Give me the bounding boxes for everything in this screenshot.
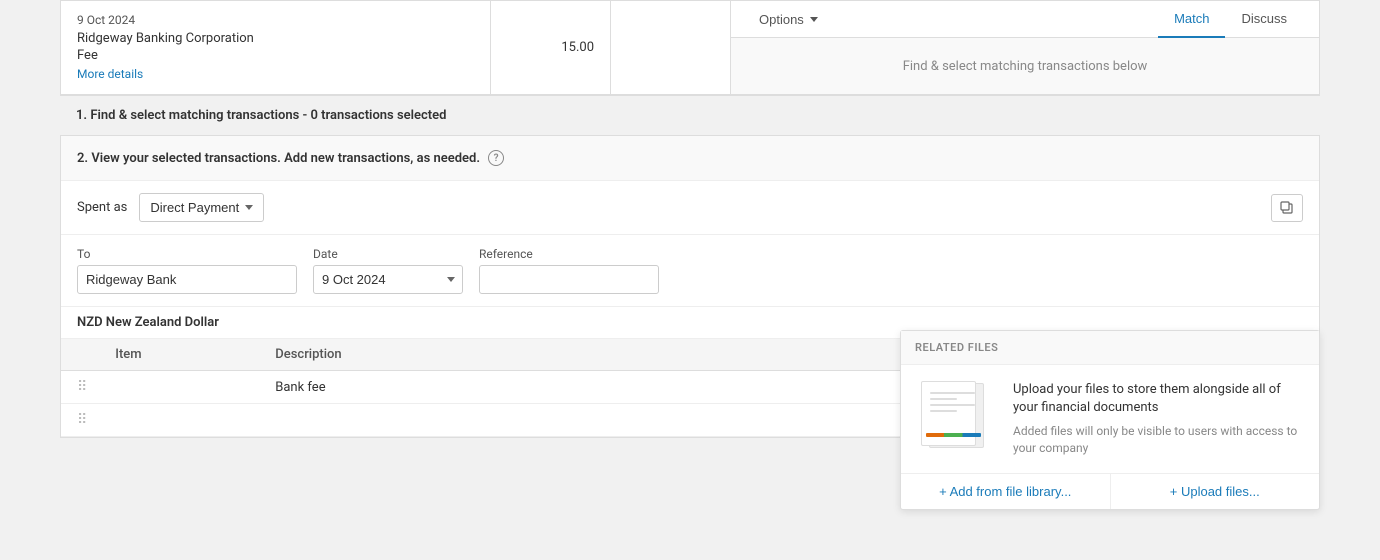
step1-section: 1. Find & select matching transactions -… (60, 95, 1320, 136)
step1-label: 1. Find & select matching transactions -… (76, 108, 446, 123)
options-caret-icon (810, 17, 818, 22)
file-line-2 (930, 398, 957, 400)
add-from-library-button[interactable]: + Add from file library... (901, 474, 1111, 509)
transaction-info: 9 Oct 2024 Ridgeway Banking Corporation … (61, 1, 491, 94)
transaction-name: Ridgeway Banking Corporation (77, 31, 474, 46)
transaction-empty-cell (611, 1, 731, 94)
related-files-text: Upload your files to store them alongsid… (1013, 381, 1303, 457)
tab-discuss[interactable]: Discuss (1225, 1, 1303, 38)
row2-description (263, 404, 989, 437)
table-header-item: Item (103, 339, 263, 371)
date-input-wrapper (313, 265, 463, 294)
spent-as-label: Spent as (77, 200, 127, 215)
drag-handle-icon-2[interactable]: ⠿ (73, 412, 91, 428)
tabs-area: Options Match Discuss Find & select matc… (731, 1, 1319, 94)
to-field-group: To (77, 247, 297, 294)
drag-handle-cell: ⠿ (61, 371, 103, 404)
step2-label: 2. View your selected transactions. Add … (77, 151, 480, 166)
drag-handle-icon[interactable]: ⠿ (73, 379, 91, 395)
date-label: Date (313, 247, 463, 261)
related-files-panel: RELATED FILES Upload your files to store… (900, 330, 1320, 510)
step1-header: 1. Find & select matching transactions -… (60, 96, 1320, 136)
upload-files-button[interactable]: + Upload files... (1111, 474, 1320, 509)
help-icon[interactable]: ? (488, 150, 504, 166)
options-button[interactable]: Options (747, 2, 830, 37)
related-files-title: Upload your files to store them alongsid… (1013, 381, 1303, 417)
file-line-3 (930, 404, 975, 406)
reference-label: Reference (479, 247, 659, 261)
copy-icon (1280, 201, 1294, 215)
date-field-group: Date (313, 247, 463, 294)
reference-input[interactable] (479, 265, 659, 294)
tab-match[interactable]: Match (1158, 1, 1225, 38)
options-label: Options (759, 12, 804, 27)
related-files-header: RELATED FILES (901, 331, 1319, 365)
copy-button[interactable] (1271, 194, 1303, 222)
to-input[interactable] (77, 265, 297, 294)
to-label: To (77, 247, 297, 261)
file-doc-accent (926, 433, 981, 437)
file-illustration (917, 381, 997, 451)
payment-type-label: Direct Payment (150, 200, 239, 215)
file-doc-front (921, 381, 976, 446)
transaction-fee: Fee (77, 48, 474, 63)
file-doc-lines (930, 392, 975, 416)
transaction-date: 9 Oct 2024 (77, 13, 474, 27)
transaction-amount: 15.00 (491, 1, 611, 94)
related-files-footer: + Add from file library... + Upload file… (901, 473, 1319, 509)
reference-field-group: Reference (479, 247, 659, 294)
row2-item (103, 404, 263, 437)
related-files-body: Upload your files to store them alongsid… (901, 365, 1319, 473)
match-placeholder: Find & select matching transactions belo… (731, 38, 1319, 94)
table-header-description: Description (263, 339, 989, 371)
related-files-subtitle: Added files will only be visible to user… (1013, 423, 1303, 457)
row1-description: Bank fee (263, 371, 989, 404)
date-input[interactable] (313, 265, 463, 294)
direct-payment-button[interactable]: Direct Payment (139, 193, 264, 222)
step2-header: 2. View your selected transactions. Add … (61, 136, 1319, 181)
form-fields-row: To Date Reference (61, 235, 1319, 307)
file-line-1 (930, 392, 975, 394)
spent-as-row: Spent as Direct Payment (61, 181, 1319, 235)
tabs-header: Options Match Discuss (731, 1, 1319, 38)
table-header-drag (61, 339, 103, 371)
direct-payment-caret-icon (245, 205, 253, 210)
file-line-4 (930, 410, 957, 412)
drag-handle-cell-2: ⠿ (61, 404, 103, 437)
more-details-link[interactable]: More details (77, 67, 143, 81)
row1-item (103, 371, 263, 404)
